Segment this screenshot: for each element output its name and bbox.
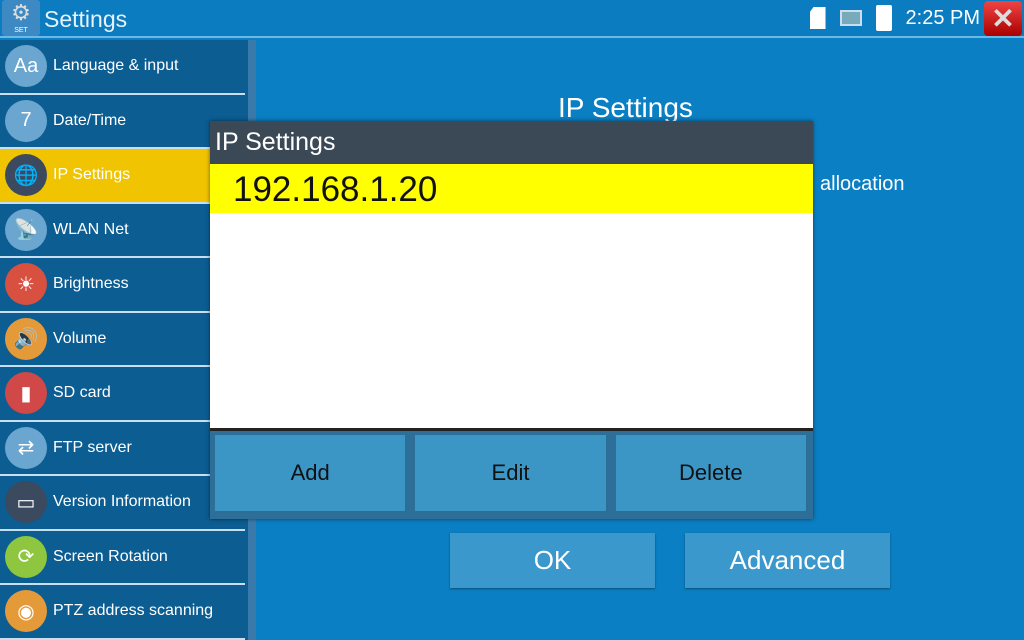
sidebar-item-sd-card[interactable]: ▮ SD card bbox=[0, 367, 245, 422]
sidebar-item-label: Language & input bbox=[53, 57, 179, 75]
top-bar: ⚙ SET Settings 2:25 PM ✕ bbox=[0, 0, 1024, 38]
close-button[interactable]: ✕ bbox=[984, 1, 1022, 36]
sidebar-item-language-input[interactable]: Aa Language & input bbox=[0, 40, 245, 95]
sidebar-item-ptz-address-scanning[interactable]: ◉ PTZ address scanning bbox=[0, 585, 245, 640]
ip-settings-dialog: IP Settings 192.168.1.20 Add Edit Delete bbox=[210, 121, 813, 519]
wlan-net-icon: 📡 bbox=[5, 208, 47, 251]
ptz-address-scanning-icon: ◉ bbox=[5, 590, 47, 633]
sidebar-item-ftp-server[interactable]: ⇄ FTP server bbox=[0, 422, 245, 476]
sidebar-item-wlan-net[interactable]: 📡 WLAN Net bbox=[0, 204, 245, 258]
volume-icon: 🔊 bbox=[5, 317, 47, 360]
sidebar-item-label: Screen Rotation bbox=[53, 547, 168, 565]
sidebar-item-version-information[interactable]: ▭ Version Information bbox=[0, 476, 245, 531]
sidebar-item-label: Brightness bbox=[53, 275, 129, 293]
sidebar-item-label: PTZ address scanning bbox=[53, 602, 214, 620]
advanced-button[interactable]: Advanced bbox=[685, 533, 890, 588]
sidebar-item-date-time[interactable]: 7 Date/Time bbox=[0, 95, 245, 149]
sidebar-item-label: IP Settings bbox=[53, 166, 131, 184]
app-title: Settings bbox=[44, 6, 128, 32]
add-button[interactable]: Add bbox=[215, 435, 408, 513]
ftp-server-icon: ⇄ bbox=[5, 426, 47, 469]
ip-list: 192.168.1.20 bbox=[210, 164, 813, 431]
language-input-icon: Aa bbox=[5, 45, 47, 88]
sidebar-item-volume[interactable]: 🔊 Volume bbox=[0, 313, 245, 367]
ip-settings-icon: 🌐 bbox=[5, 154, 47, 197]
screen-rotation-icon: ⟳ bbox=[5, 535, 47, 578]
sidebar-item-label: Date/Time bbox=[53, 111, 127, 129]
battery-icon bbox=[875, 5, 892, 31]
sd-card-icon: ▮ bbox=[5, 372, 47, 415]
delete-button[interactable]: Delete bbox=[615, 435, 808, 513]
clock: 2:25 PM bbox=[905, 6, 980, 29]
allocation-text: allocation bbox=[820, 173, 905, 195]
ip-list-item[interactable]: 192.168.1.20 bbox=[210, 164, 813, 213]
brightness-icon: ☀ bbox=[5, 263, 47, 306]
sidebar-item-screen-rotation[interactable]: ⟳ Screen Rotation bbox=[0, 531, 245, 585]
network-icon bbox=[839, 10, 862, 26]
sidebar-item-label: FTP server bbox=[53, 438, 132, 456]
sidebar-item-label: Version Information bbox=[53, 493, 191, 511]
version-information-icon: ▭ bbox=[5, 481, 47, 524]
sidebar-item-brightness[interactable]: ☀ Brightness bbox=[0, 258, 245, 313]
settings-app-icon: ⚙ SET bbox=[2, 0, 40, 36]
date-time-icon: 7 bbox=[5, 99, 47, 142]
sidebar-item-label: Volume bbox=[53, 329, 107, 347]
edit-button[interactable]: Edit bbox=[415, 435, 608, 513]
sidebar-item-label: WLAN Net bbox=[53, 220, 129, 238]
page-title: IP Settings bbox=[558, 92, 693, 123]
status-area: 2:25 PM bbox=[809, 5, 980, 31]
sd-card-icon bbox=[809, 7, 826, 29]
sidebar-item-label: SD card bbox=[53, 384, 111, 402]
dialog-title: IP Settings bbox=[210, 121, 813, 164]
ok-button[interactable]: OK bbox=[450, 533, 655, 588]
